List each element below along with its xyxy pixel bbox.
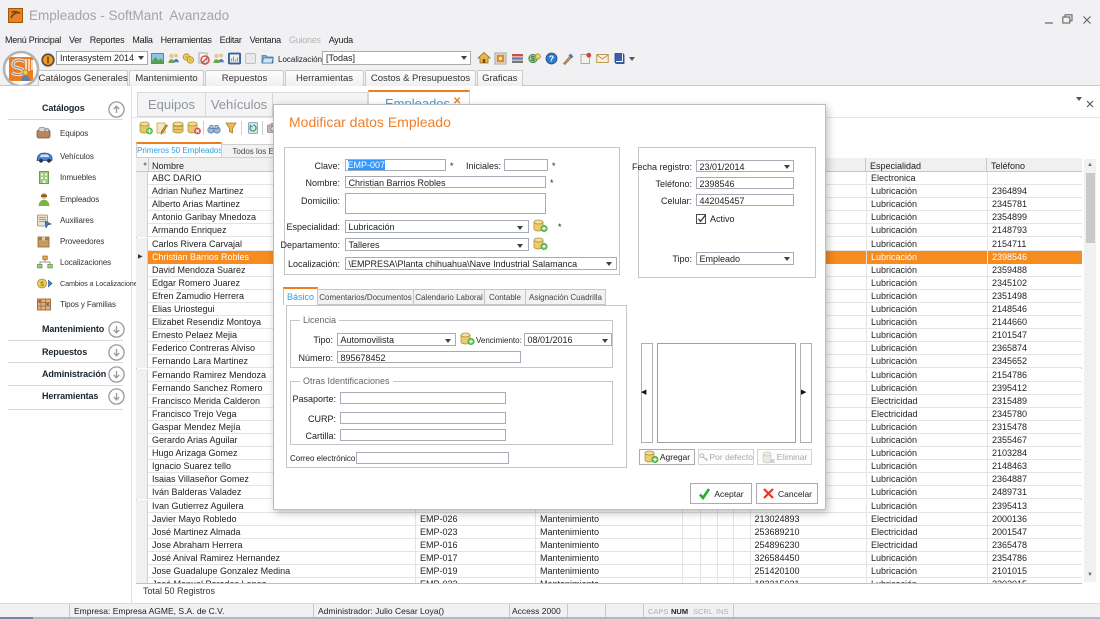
svg-text:$: $ (40, 281, 44, 288)
svg-text:$: $ (531, 56, 535, 63)
svg-text:?: ? (549, 53, 554, 63)
